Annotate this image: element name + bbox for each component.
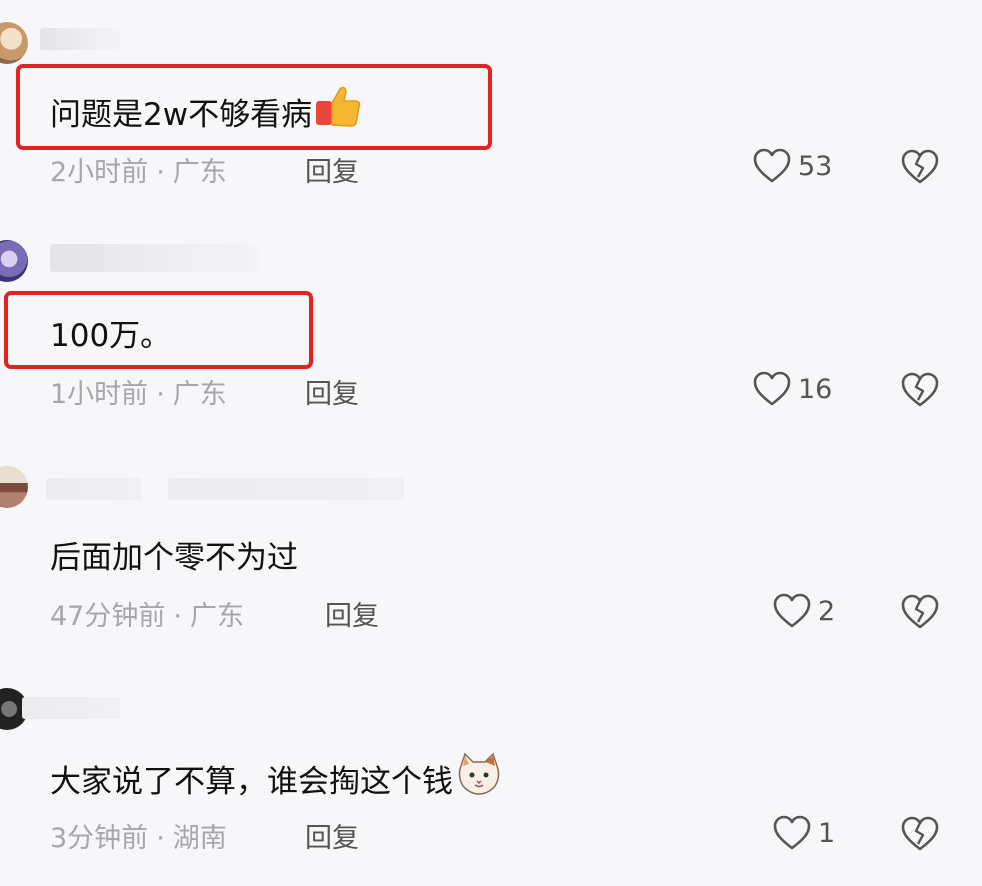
like-button[interactable]: 1 xyxy=(772,813,835,853)
like-button[interactable]: 16 xyxy=(752,369,832,409)
username-blurred[interactable] xyxy=(22,697,120,719)
reply-button[interactable]: 回复 xyxy=(305,372,359,411)
broken-heart-icon[interactable] xyxy=(900,370,940,410)
heart-icon xyxy=(753,371,791,406)
heart-icon xyxy=(753,148,791,183)
like-button[interactable]: 2 xyxy=(772,591,835,631)
reply-button[interactable]: 回复 xyxy=(325,594,379,633)
separator: · xyxy=(156,823,165,854)
comment-text: 100万。 xyxy=(50,318,172,354)
heart-icon xyxy=(773,815,811,850)
comment-text: 大家说了不算，谁会掏这个钱 xyxy=(50,752,503,804)
location-label: 广东 xyxy=(172,157,227,188)
time-label: 2小时前 xyxy=(50,157,149,188)
location-label: 广东 xyxy=(189,601,244,632)
location-label: 湖南 xyxy=(172,823,227,854)
broken-heart-icon[interactable] xyxy=(900,592,940,632)
username-blurred[interactable] xyxy=(50,244,260,272)
like-count: 53 xyxy=(798,150,833,182)
username-blurred[interactable] xyxy=(40,28,120,50)
like-count: 1 xyxy=(818,817,836,849)
username-blurred[interactable] xyxy=(168,478,404,500)
separator: · xyxy=(156,379,165,410)
reply-button[interactable]: 回复 xyxy=(305,150,359,189)
avatar[interactable] xyxy=(0,240,28,282)
comment-text: 后面加个零不为过 xyxy=(50,540,298,576)
avatar[interactable] xyxy=(0,466,28,508)
broken-heart-icon[interactable] xyxy=(900,814,940,854)
time-label: 47分钟前 xyxy=(50,601,166,632)
location-label: 广东 xyxy=(172,379,227,410)
broken-heart-icon[interactable] xyxy=(900,147,940,187)
separator: · xyxy=(156,157,165,188)
cat-face-emoji-icon xyxy=(455,752,503,804)
like-count: 16 xyxy=(798,373,833,405)
heart-icon xyxy=(773,593,811,628)
comment-meta: 3分钟前 · 湖南 xyxy=(50,816,227,855)
like-count: 2 xyxy=(818,595,836,627)
reply-button[interactable]: 回复 xyxy=(305,816,359,855)
comment-meta: 2小时前 · 广东 xyxy=(50,150,227,189)
comment-meta: 47分钟前 · 广东 xyxy=(50,594,244,633)
avatar[interactable] xyxy=(0,22,28,64)
time-label: 3分钟前 xyxy=(50,823,149,854)
comment-meta: 1小时前 · 广东 xyxy=(50,372,227,411)
comment-text: 问题是2w不够看病 xyxy=(50,85,362,137)
like-button[interactable]: 53 xyxy=(752,146,832,186)
separator: · xyxy=(173,601,182,632)
thumbs-up-emoji-icon xyxy=(314,85,362,137)
time-label: 1小时前 xyxy=(50,379,149,410)
username-blurred[interactable] xyxy=(46,478,142,500)
